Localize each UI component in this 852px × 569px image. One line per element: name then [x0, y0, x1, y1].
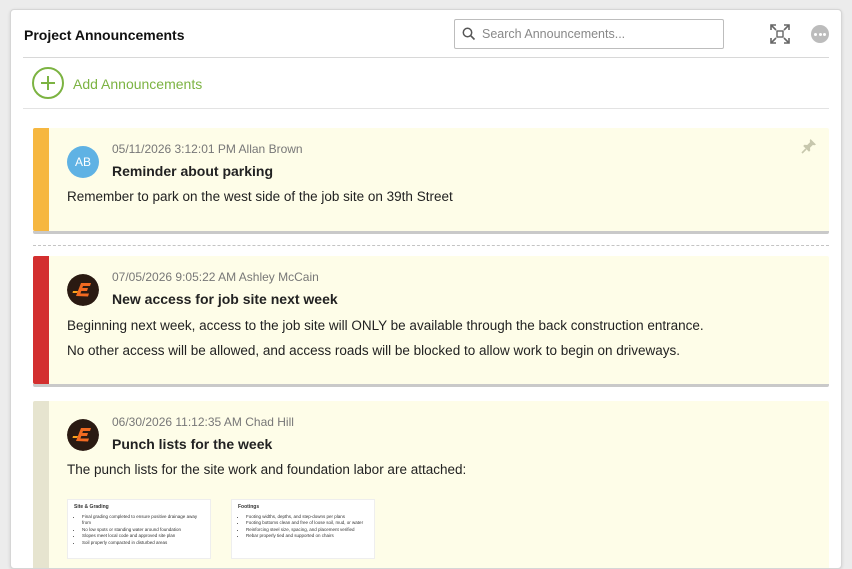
timestamp: 07/05/2026 9:05:22 AM: [112, 270, 237, 284]
accent-bar: [33, 128, 49, 231]
announcement-card[interactable]: AB 05/11/2026 3:12:01 PM Allan Brown Rem…: [33, 128, 829, 234]
attachment-item: Rebar properly tied and supported on cha…: [246, 533, 368, 540]
announcement-body-line: No other access will be allowed, and acc…: [67, 343, 681, 358]
author: Allan Brown: [238, 142, 303, 156]
search-icon: [462, 27, 476, 41]
announcement-title: Reminder about parking: [112, 163, 274, 179]
page-title: Project Announcements: [24, 27, 185, 43]
announcement-title: New access for job site next week: [112, 291, 338, 307]
add-announcement-label[interactable]: Add Announcements: [73, 76, 202, 92]
announcement-meta: 06/30/2026 11:12:35 AM Chad Hill: [112, 415, 294, 429]
attachment-item: Final grading completed to ensure positi…: [82, 514, 204, 527]
attachment-thumbnail[interactable]: Site & Grading Final grading completed t…: [67, 499, 211, 559]
search-box[interactable]: [454, 19, 724, 49]
attachment-title: Site & Grading: [74, 504, 109, 510]
author: Ashley McCain: [238, 270, 319, 284]
company-logo-icon: [67, 274, 99, 306]
add-announcement-button[interactable]: [32, 67, 64, 99]
company-logo-icon: [67, 419, 99, 451]
announcement-meta: 07/05/2026 9:05:22 AM Ashley McCain: [112, 270, 319, 284]
accent-bar: [33, 401, 49, 568]
search-input[interactable]: [482, 24, 717, 44]
pinned-divider: [33, 245, 829, 246]
announcement-meta: 05/11/2026 3:12:01 PM Allan Brown: [112, 142, 303, 156]
announcement-title: Punch lists for the week: [112, 436, 273, 452]
timestamp: 05/11/2026 3:12:01 PM: [112, 142, 236, 156]
more-options-icon[interactable]: [811, 25, 829, 43]
attachment-thumbnail[interactable]: Footings Footing widths, depths, and ste…: [231, 499, 375, 559]
announcement-body-line: Beginning next week, access to the job s…: [67, 318, 704, 333]
attachment-item: Footing bottoms clean and free of loose …: [246, 520, 368, 527]
author: Chad Hill: [245, 415, 294, 429]
accent-bar: [33, 256, 49, 384]
announcements-panel: Project Announcements Add Announcements …: [10, 9, 842, 569]
add-announcement-row: Add Announcements: [23, 58, 829, 109]
attachment-item: Soil properly compacted in disturbed are…: [82, 540, 204, 547]
announcement-card[interactable]: 07/05/2026 9:05:22 AM Ashley McCain New …: [33, 256, 829, 387]
panel-header: Project Announcements: [23, 10, 829, 58]
expand-icon[interactable]: [770, 24, 790, 44]
announcement-body: Remember to park on the west side of the…: [67, 189, 453, 204]
announcement-body: The punch lists for the site work and fo…: [67, 462, 467, 477]
avatar: AB: [67, 146, 99, 178]
timestamp: 06/30/2026 11:12:35 AM: [112, 415, 242, 429]
attachment-title: Footings: [238, 504, 260, 510]
announcement-card[interactable]: 06/30/2026 11:12:35 AM Chad Hill Punch l…: [33, 401, 829, 568]
pin-icon[interactable]: [801, 138, 817, 154]
